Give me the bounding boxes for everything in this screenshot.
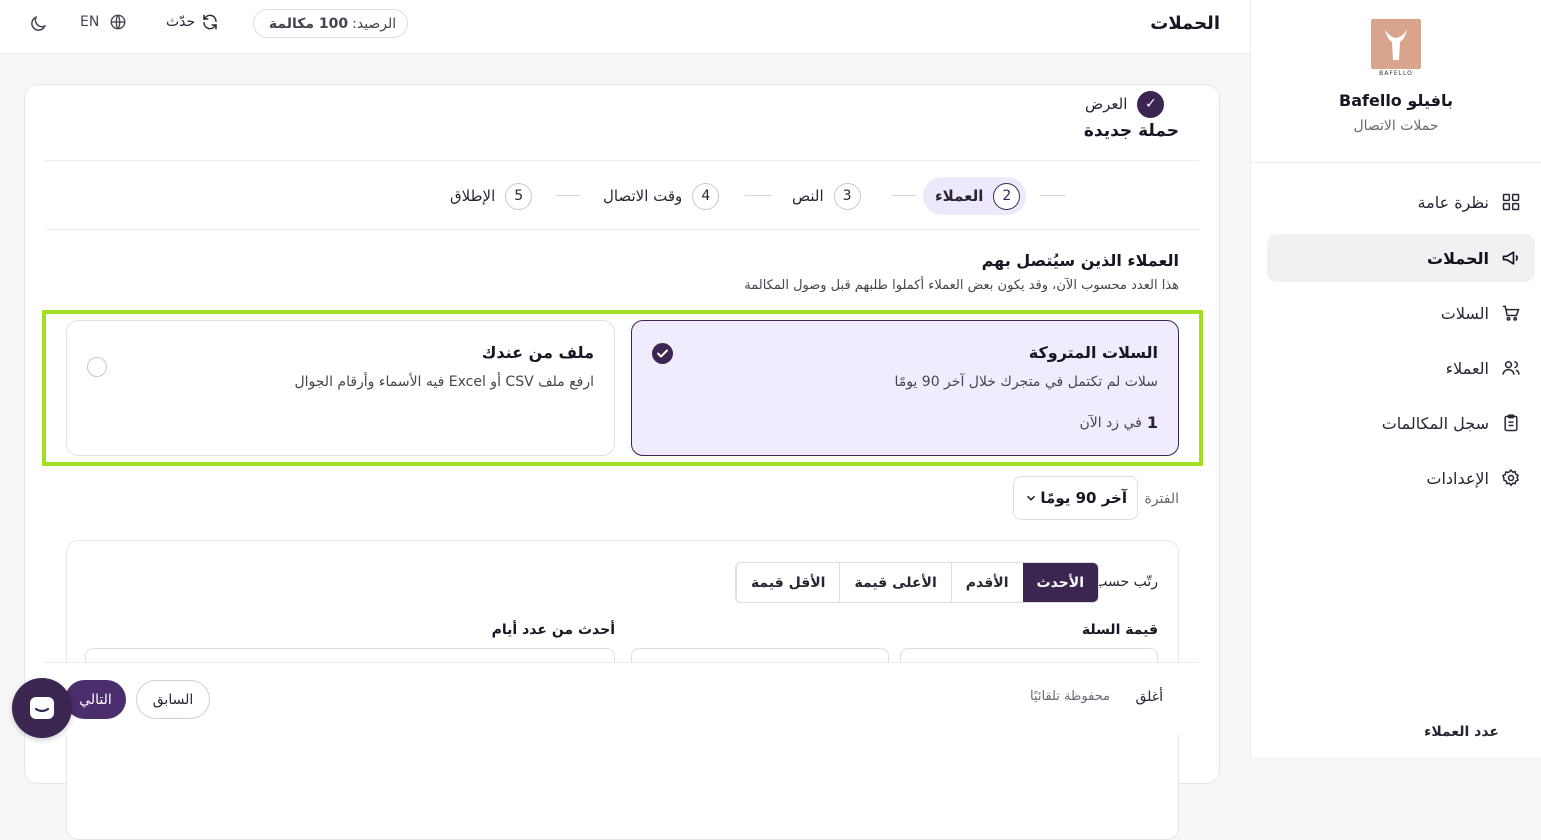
sidebar-item-label: الإعدادات	[1426, 468, 1489, 488]
count-label: في زد الآن	[1079, 414, 1142, 431]
step-customers[interactable]: العملاء 2	[923, 177, 1027, 215]
step-number: 2	[993, 182, 1021, 210]
step-check-icon: ✓	[1137, 90, 1165, 118]
theme-toggle[interactable]	[28, 14, 48, 38]
customer-count-label: عدد العملاء	[1424, 724, 1499, 740]
grid-icon	[1502, 193, 1520, 211]
campaign-title: حملة جديدة	[1083, 121, 1179, 141]
newer-than-label: أحدث من عدد أيام	[491, 622, 615, 638]
chevron-down-icon	[1026, 495, 1036, 501]
sidebar-item-label: الحملات	[1427, 248, 1489, 268]
radio-button[interactable]	[87, 357, 107, 377]
sidebar-item-call-log[interactable]: سجل المكالمات	[1267, 399, 1535, 447]
balance-value: 100 مكالمة	[268, 15, 349, 32]
step-number: 4	[692, 182, 720, 210]
clipboard-icon	[1504, 414, 1518, 432]
brand-block: BAFELLO Bafello بافيلو حملات الاتصال	[1251, 0, 1541, 163]
divider	[45, 229, 1199, 230]
sort-label: رتّب حسب	[1094, 574, 1158, 590]
step-label: النص	[792, 187, 824, 205]
megaphone-icon	[1502, 251, 1518, 265]
option-abandoned-carts[interactable]: السلات المتروكة سلات لم تكتمل في متجرك خ…	[631, 320, 1179, 456]
period-label: الفترة	[1144, 491, 1179, 507]
sidebar-item-campaigns[interactable]: الحملات	[1267, 234, 1535, 282]
cart-icon	[1502, 305, 1520, 321]
cart-value-label: قيمة السلة	[1081, 622, 1158, 638]
brand-name: Bafello بافيلو	[1339, 91, 1453, 110]
option-title: ملف من عندك	[481, 343, 594, 362]
period-value: آخر 90 يومًا	[1040, 489, 1127, 507]
step-label: العملاء	[935, 187, 984, 205]
gear-icon	[1501, 468, 1520, 487]
sort-segmented-control: الأقل قيمة الأعلى قيمة الأقدم الأحدث	[734, 562, 1099, 603]
step-connector	[745, 195, 771, 196]
language-label: EN	[80, 14, 100, 30]
option-title: السلات المتروكة	[1028, 343, 1158, 362]
step-connector	[891, 195, 917, 196]
autosave-status: محفوظة تلقائيًا	[1029, 689, 1110, 704]
sidebar-item-label: نظرة عامة	[1417, 192, 1489, 212]
step-label: العرض	[1085, 95, 1128, 113]
balance-label: الرصيد:	[352, 15, 397, 32]
step-label: وقت الاتصال	[603, 187, 683, 205]
count-value: 1	[1146, 413, 1158, 432]
top-bar: الحملات الرصيد: 100 مكالمة حدّث EN	[0, 0, 1250, 54]
sidebar-item-overview[interactable]: نظرة عامة	[1267, 178, 1535, 226]
refresh-button[interactable]: حدّث	[166, 13, 219, 31]
sort-option-oldest[interactable]: الأقدم	[950, 563, 1023, 602]
step-connector	[1040, 195, 1066, 196]
previous-button[interactable]: السابق	[136, 680, 210, 719]
sidebar: BAFELLO Bafello بافيلو حملات الاتصال نظر…	[1250, 0, 1541, 757]
chat-icon	[30, 697, 54, 719]
next-button[interactable]: التالي	[65, 680, 126, 719]
step-number: 5	[505, 182, 533, 210]
bull-icon	[1385, 29, 1407, 60]
step-call-time[interactable]: وقت الاتصال 4	[603, 177, 720, 215]
chat-launcher[interactable]	[12, 678, 72, 738]
sidebar-item-label: العملاء	[1445, 358, 1489, 378]
sort-option-highest[interactable]: الأعلى قيمة	[839, 563, 950, 602]
language-toggle[interactable]: EN	[80, 13, 127, 31]
sidebar-item-label: سجل المكالمات	[1381, 413, 1489, 433]
brand-subtitle: حملات الاتصال	[1353, 118, 1439, 134]
close-button[interactable]: أغلق	[1135, 689, 1163, 705]
step-label: الإطلاق	[450, 187, 496, 205]
brand-logo: BAFELLO	[1371, 19, 1421, 77]
sidebar-item-carts[interactable]: السلات	[1267, 289, 1535, 337]
sidebar-item-customers[interactable]: العملاء	[1267, 344, 1535, 392]
globe-icon	[110, 14, 126, 30]
option-description: ارفع ملف CSV أو Excel فيه الأسماء وأرقام…	[294, 374, 594, 390]
step-script[interactable]: النص 3	[792, 177, 861, 215]
period-select[interactable]: آخر 90 يومًا	[1013, 476, 1138, 520]
option-upload-file[interactable]: ملف من عندك ارفع ملف CSV أو Excel فيه ال…	[66, 320, 615, 456]
option-description: سلات لم تكتمل في متجرك خلال آخر 90 يومًا	[894, 374, 1158, 390]
page-title: الحملات	[1150, 13, 1220, 34]
step-connector	[555, 195, 581, 196]
section-subtitle: هذا العدد محسوب الآن، وقد يكون بعض العمل…	[744, 278, 1179, 293]
sidebar-item-settings[interactable]: الإعدادات	[1267, 454, 1535, 502]
step-offer[interactable]: العرض ✓	[1085, 85, 1165, 123]
sort-option-lowest[interactable]: الأقل قيمة	[735, 563, 840, 602]
option-count: في زد الآن 1	[1079, 413, 1158, 432]
logo-text: BAFELLO	[1379, 70, 1413, 77]
step-launch[interactable]: الإطلاق 5	[450, 177, 533, 215]
refresh-label: حدّث	[166, 14, 196, 30]
section-title: العملاء الذين سيُتصل بهم	[981, 251, 1179, 270]
selected-check-icon	[652, 343, 673, 364]
sort-option-newest[interactable]: الأحدث	[1022, 563, 1098, 602]
sidebar-item-label: السلات	[1440, 303, 1489, 323]
footer-bar: أغلق محفوظة تلقائيًا السابق التالي	[44, 662, 1199, 735]
moon-icon	[31, 15, 47, 31]
balance-badge: الرصيد: 100 مكالمة	[253, 9, 408, 38]
refresh-icon	[203, 14, 217, 30]
divider	[45, 160, 1199, 161]
users-icon	[1502, 361, 1520, 375]
step-number: 3	[833, 182, 861, 210]
